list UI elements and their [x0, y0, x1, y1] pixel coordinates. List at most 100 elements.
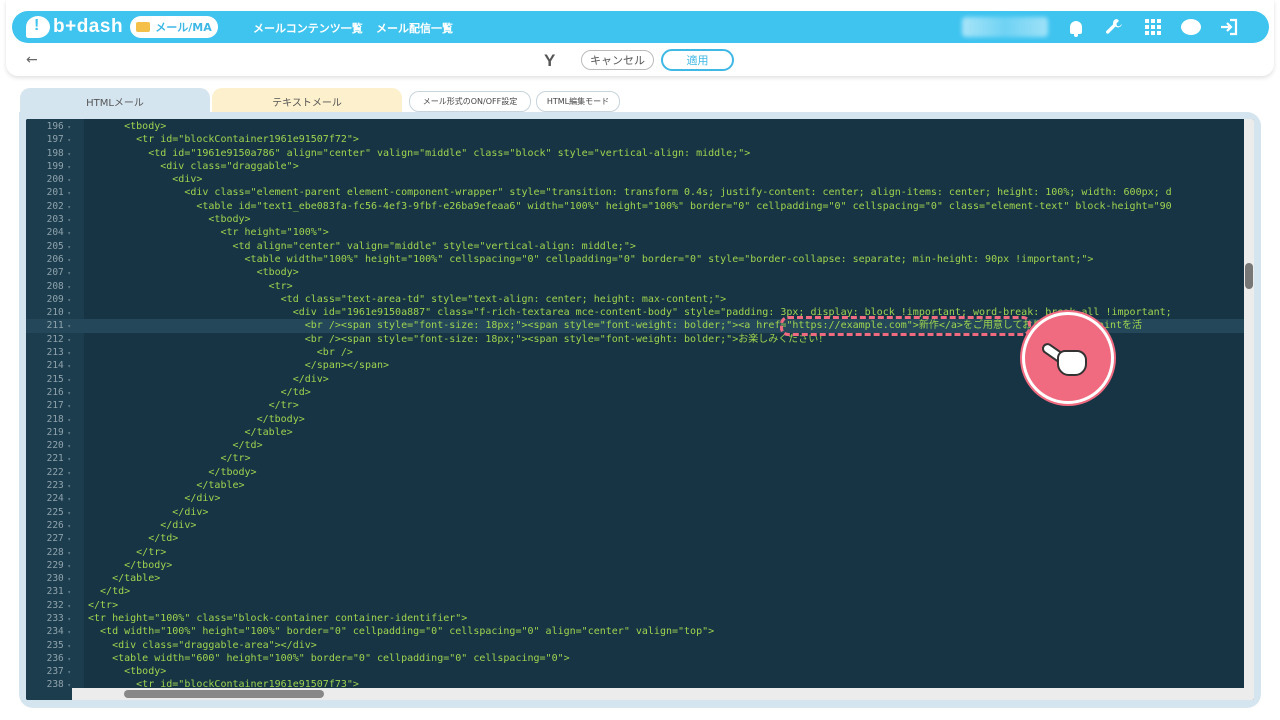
code-line[interactable]: 218 </tbody> — [26, 413, 1244, 426]
vertical-scrollbar[interactable] — [1244, 119, 1254, 700]
code-text[interactable]: </table> — [88, 426, 293, 439]
mail-ma-menu[interactable]: メール/MA — [130, 16, 218, 38]
wrench-icon[interactable] — [1103, 16, 1125, 38]
code-text[interactable]: <div class="draggable-area"></div> — [88, 639, 317, 652]
horizontal-scroll-thumb[interactable] — [124, 690, 324, 698]
nav-mail-delivery[interactable]: メール配信一覧 — [376, 20, 453, 36]
code-line[interactable]: 204 <tr height="100%"> — [26, 226, 1244, 239]
code-text[interactable]: </table> — [88, 572, 160, 585]
code-text[interactable]: </tr> — [88, 599, 118, 612]
code-line[interactable]: 225 </div> — [26, 506, 1244, 519]
code-text[interactable]: </tbody> — [88, 559, 172, 572]
code-text[interactable]: <td width="100%" height="100%" border="0… — [88, 625, 714, 638]
code-text[interactable]: </span></span> — [88, 359, 389, 372]
bell-icon[interactable] — [1065, 16, 1087, 38]
code-line[interactable]: 228 </tr> — [26, 546, 1244, 559]
html-code-editor[interactable]: 196 <tbody>197 <tr id="blockContainer196… — [26, 119, 1254, 700]
line-number: 237 — [26, 665, 71, 679]
code-line[interactable]: 229 </tbody> — [26, 559, 1244, 572]
code-line[interactable]: 209 <td class="text-area-td" style="text… — [26, 293, 1244, 306]
tab-html-mail[interactable]: HTMLメール — [20, 88, 210, 114]
support-face-icon[interactable] — [1180, 16, 1202, 38]
code-line[interactable]: 220 </td> — [26, 439, 1244, 452]
apply-button[interactable]: 適用 — [661, 49, 734, 71]
code-text[interactable]: </table> — [88, 479, 244, 492]
code-line[interactable]: 235 <div class="draggable-area"></div> — [26, 639, 1244, 652]
code-line[interactable]: 201 <div class="element-parent element-c… — [26, 186, 1244, 199]
code-text[interactable]: <td align="center" valign="middle" style… — [88, 240, 635, 253]
code-line[interactable]: 205 <td align="center" valign="middle" s… — [26, 240, 1244, 253]
html-edit-mode-button[interactable]: HTML編集モード — [536, 91, 620, 112]
code-text[interactable]: <table width="100%" height="100%" cellsp… — [88, 253, 1094, 266]
code-line[interactable]: 200 <div> — [26, 173, 1244, 186]
code-line[interactable]: 226 </div> — [26, 519, 1244, 532]
code-line[interactable]: 230 </table> — [26, 572, 1244, 585]
horizontal-scrollbar[interactable] — [72, 688, 1244, 700]
code-line[interactable]: 237 <tbody> — [26, 665, 1244, 678]
code-text[interactable]: <tr height="100%" class="block-container… — [88, 612, 467, 625]
code-line[interactable]: 198 <td id="1961e9150a786" align="center… — [26, 147, 1244, 160]
code-line[interactable]: 223 </table> — [26, 479, 1244, 492]
code-text[interactable]: <div> — [88, 173, 202, 186]
code-text[interactable]: </tr> — [88, 399, 299, 412]
tab-text-mail[interactable]: テキストメール — [212, 88, 402, 114]
code-line[interactable]: 227 </td> — [26, 532, 1244, 545]
code-text[interactable]: <div class="element-parent element-compo… — [88, 186, 1171, 199]
code-text[interactable]: <tbody> — [88, 665, 166, 678]
code-text[interactable]: <tbody> — [88, 266, 299, 279]
code-text[interactable]: <div class="draggable"> — [88, 160, 298, 173]
code-line[interactable]: 197 <tr id="blockContainer1961e91507f72"… — [26, 133, 1244, 146]
code-line[interactable]: 224 </div> — [26, 492, 1244, 505]
code-line[interactable]: 203 <tbody> — [26, 213, 1244, 226]
code-text[interactable]: <table id="text1_ebe083fa-fc56-4ef3-9fbf… — [88, 200, 1171, 213]
cancel-button[interactable]: キャンセル — [581, 50, 654, 70]
nav-mail-contents[interactable]: メールコンテンツ一覧 — [253, 20, 363, 36]
code-text[interactable]: <br /> — [88, 346, 353, 359]
apps-grid-icon[interactable] — [1142, 16, 1164, 38]
code-line[interactable]: 234 <td width="100%" height="100%" borde… — [26, 625, 1244, 638]
code-text[interactable]: </div> — [88, 373, 329, 386]
code-line[interactable]: 196 <tbody> — [26, 120, 1244, 133]
code-text[interactable]: </div> — [88, 492, 220, 505]
code-line[interactable]: 206 <table width="100%" height="100%" ce… — [26, 253, 1244, 266]
logout-icon[interactable] — [1218, 16, 1240, 38]
code-line[interactable]: 222 </tbody> — [26, 466, 1244, 479]
code-text[interactable]: <table width="600" height="100%" border=… — [88, 652, 570, 665]
vertical-scroll-thumb[interactable] — [1245, 263, 1253, 289]
code-text[interactable]: <tr> — [88, 280, 293, 293]
code-line[interactable]: 207 <tbody> — [26, 266, 1244, 279]
code-text[interactable]: <div id="1961e9150a887" class="f-rich-te… — [88, 306, 1172, 319]
code-line[interactable]: 233 <tr height="100%" class="block-contai… — [26, 612, 1244, 625]
code-line[interactable]: 199 <div class="draggable"> — [26, 160, 1244, 173]
code-text[interactable]: <tr id="blockContainer1961e91507f72"> — [88, 133, 359, 146]
code-line[interactable]: 236 <table width="600" height="100%" bor… — [26, 652, 1244, 665]
user-account-blurred[interactable] — [962, 17, 1048, 37]
code-text[interactable]: <td id="1961e9150a786" align="center" va… — [88, 147, 750, 160]
merge-tag-icon[interactable]: Y — [544, 51, 555, 71]
brand-logo[interactable]: b+dash — [26, 15, 123, 39]
code-text[interactable]: <br /><span style="font-size: 18px;"><sp… — [88, 333, 828, 346]
code-text[interactable]: </tbody> — [88, 413, 305, 426]
code-text[interactable]: </div> — [88, 519, 196, 532]
code-line[interactable]: 219 </table> — [26, 426, 1244, 439]
code-text[interactable]: </tbody> — [88, 466, 256, 479]
code-line[interactable]: 202 <table id="text1_ebe083fa-fc56-4ef3-… — [26, 200, 1244, 213]
code-line[interactable]: 232 </tr> — [26, 599, 1244, 612]
code-text[interactable]: </tr> — [88, 452, 250, 465]
code-text[interactable]: </tr> — [88, 546, 166, 559]
code-text[interactable]: <tbody> — [88, 213, 250, 226]
code-text[interactable]: <br /><span style="font-size: 18px;"><sp… — [88, 319, 1142, 332]
code-text[interactable]: <td class="text-area-td" style="text-ali… — [88, 293, 727, 306]
code-line[interactable]: 231 </td> — [26, 585, 1244, 598]
code-text[interactable]: </td> — [88, 585, 130, 598]
back-arrow-icon[interactable]: ← — [26, 52, 38, 68]
code-text[interactable]: <tbody> — [88, 120, 166, 133]
code-text[interactable]: </div> — [88, 506, 208, 519]
code-text[interactable]: </td> — [88, 386, 311, 399]
code-text[interactable]: </td> — [88, 532, 178, 545]
mail-format-toggle-button[interactable]: メール形式のON/OFF設定 — [409, 91, 531, 112]
code-line[interactable]: 208 <tr> — [26, 280, 1244, 293]
code-text[interactable]: <tr height="100%"> — [88, 226, 328, 239]
code-text[interactable]: </td> — [88, 439, 262, 452]
code-line[interactable]: 221 </tr> — [26, 452, 1244, 465]
